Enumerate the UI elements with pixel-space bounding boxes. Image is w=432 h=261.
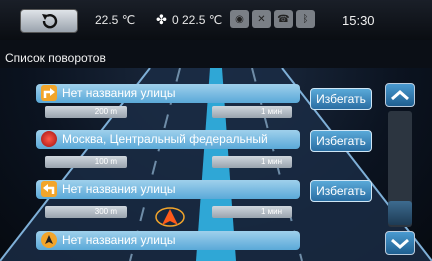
- street-name: Москва, Центральный федеральный: [62, 132, 268, 146]
- scrollbar[interactable]: [385, 83, 415, 258]
- fan-icon: ✤: [156, 12, 167, 27]
- turn-left-icon: [41, 181, 57, 197]
- street-name: Нет названия улицы: [62, 182, 176, 196]
- back-icon: [42, 14, 58, 29]
- temperature-left: 22.5 ℃: [95, 13, 136, 27]
- chevron-up-icon: [391, 90, 409, 101]
- turn-right-icon: [41, 85, 57, 101]
- scroll-up-button[interactable]: [385, 83, 415, 107]
- scroll-track[interactable]: [388, 111, 412, 227]
- car-position-icon: [155, 207, 185, 227]
- bluetooth-icon: ᛒ: [296, 10, 315, 28]
- chevron-down-icon: [391, 238, 409, 249]
- arrow-icon: [41, 232, 57, 248]
- status-icons: ◉ ✕ ☎ ᛒ: [230, 10, 315, 30]
- avoid-button[interactable]: Избегать: [310, 130, 372, 152]
- avoid-button[interactable]: Избегать: [310, 180, 372, 202]
- distance: 200 m: [45, 106, 127, 118]
- turn-list-screen: 22.5 ℃ ✤ 0 22.5 ℃ ◉ ✕ ☎ ᛒ 15:30 Список п…: [0, 0, 432, 261]
- scroll-thumb[interactable]: [388, 201, 412, 225]
- status-bar: 22.5 ℃ ✤ 0 22.5 ℃ ◉ ✕ ☎ ᛒ 15:30: [0, 0, 432, 40]
- street-name: Нет названия улицы: [62, 233, 176, 247]
- turn-row[interactable]: Нет названия улицы: [36, 84, 300, 103]
- duration: 1 мин: [212, 106, 292, 118]
- turn-row[interactable]: Москва, Центральный федеральный: [36, 130, 300, 149]
- region-icon: [41, 131, 57, 147]
- distance: 100 m: [45, 156, 127, 168]
- distance: 300 m: [45, 206, 127, 218]
- avoid-button[interactable]: Избегать: [310, 88, 372, 110]
- phone-icon: ☎: [274, 10, 293, 28]
- back-button[interactable]: [20, 9, 78, 33]
- page-title: Список поворотов: [5, 51, 106, 65]
- eye-icon: ◉: [230, 10, 249, 28]
- street-name: Нет названия улицы: [62, 86, 176, 100]
- duration: 1 мин: [212, 206, 292, 218]
- duration: 1 мин: [212, 156, 292, 168]
- turn-row[interactable]: Нет названия улицы: [36, 180, 300, 199]
- turn-row[interactable]: Нет названия улицы: [36, 231, 300, 250]
- clock: 15:30: [342, 13, 375, 28]
- scroll-down-button[interactable]: [385, 231, 415, 255]
- mute-icon: ✕: [252, 10, 271, 28]
- temperature-right: 0 22.5 ℃: [172, 13, 223, 27]
